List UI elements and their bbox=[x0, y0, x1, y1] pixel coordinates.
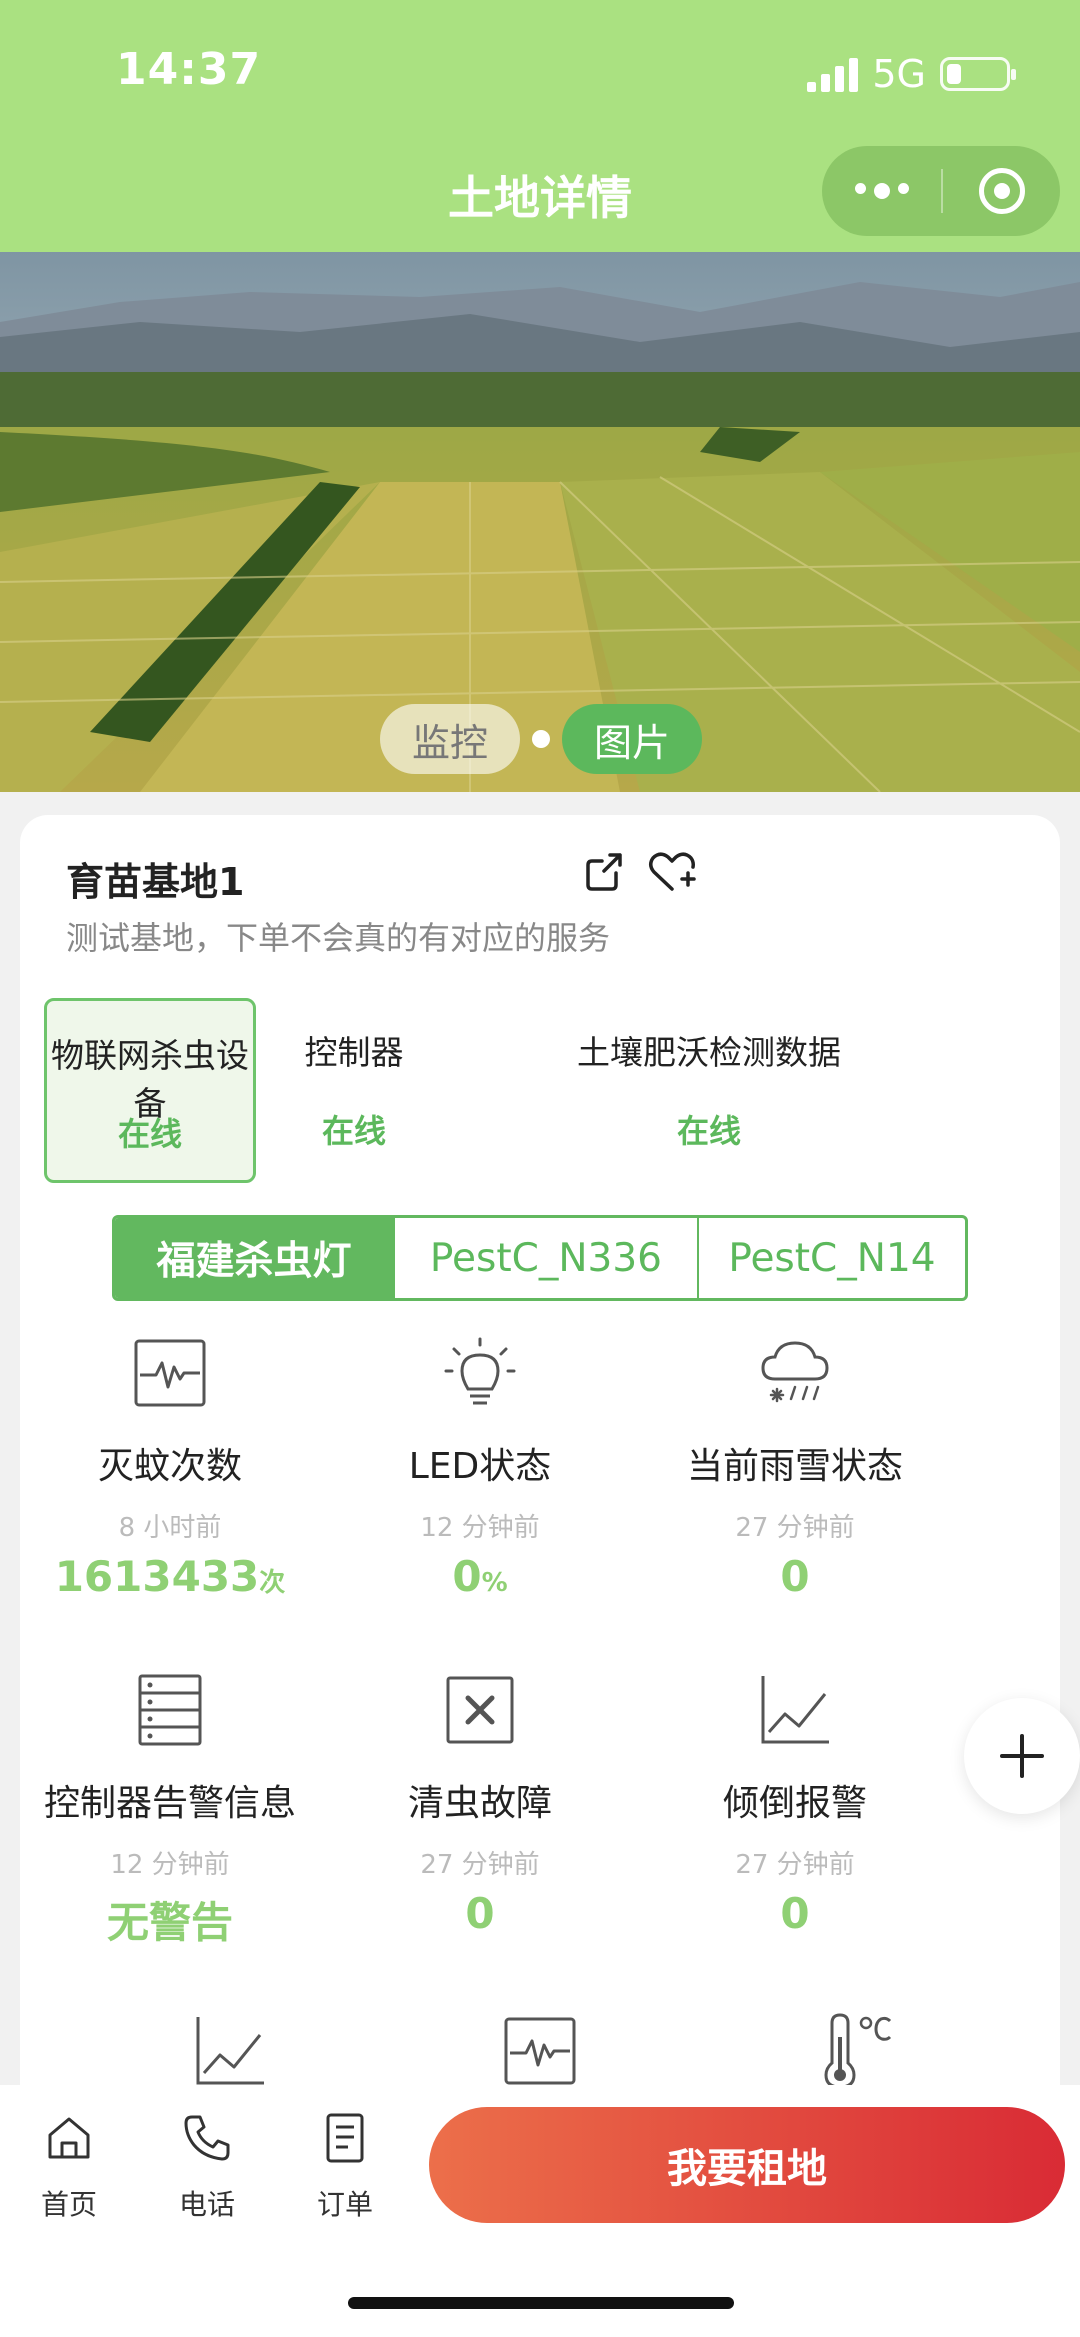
status-time: 14:37 bbox=[116, 44, 262, 95]
device-status: 在线 bbox=[117, 1115, 182, 1153]
pest-light-selector: 福建杀虫灯 PestC_N336 PestC_N14 bbox=[112, 1215, 968, 1301]
metric-time: 12 分钟前 bbox=[420, 1513, 540, 1543]
metric-controller-alarm[interactable]: 控制器告警信息 12 分钟前 无警告 bbox=[10, 1670, 330, 1950]
farm-name: 育苗基地1 bbox=[66, 860, 245, 904]
hero-tabs: 监控 图片 bbox=[380, 704, 703, 774]
x-box-icon bbox=[446, 1676, 514, 1744]
nav-orders[interactable]: 订单 bbox=[290, 2111, 400, 2223]
lightbulb-icon bbox=[444, 1337, 516, 1405]
close-icon[interactable] bbox=[943, 168, 1060, 214]
waveform-icon bbox=[134, 1339, 206, 1407]
add-button[interactable] bbox=[964, 1698, 1080, 1814]
metric-time: 27 分钟前 bbox=[735, 1513, 855, 1543]
metric-rain-snow[interactable]: 当前雨雪状态 27 分钟前 0 bbox=[635, 1333, 955, 1601]
home-indicator bbox=[348, 2297, 734, 2309]
favorite-add-icon[interactable] bbox=[644, 843, 700, 899]
metric-mosquito-kills[interactable]: 灭蚊次数 8 小时前 1613433次 bbox=[10, 1333, 330, 1601]
nav-phone[interactable]: 电话 bbox=[152, 2111, 262, 2223]
metric-label: 倾倒报警 bbox=[722, 1783, 867, 1824]
rent-land-button[interactable]: 我要租地 bbox=[429, 2107, 1065, 2223]
metric-label: 当前雨雪状态 bbox=[686, 1446, 903, 1487]
tab-monitor[interactable]: 监控 bbox=[380, 704, 521, 774]
status-icons: 5G bbox=[807, 52, 1016, 96]
metric-value: 0 bbox=[780, 1552, 810, 1601]
metric-led-status[interactable]: LED状态 12 分钟前 0% bbox=[320, 1333, 640, 1601]
metric-tilt-alarm[interactable]: 倾倒报警 27 分钟前 0 bbox=[635, 1670, 955, 1938]
tab-pictures[interactable]: 图片 bbox=[562, 704, 703, 774]
metric-value: 1613433次 bbox=[54, 1552, 286, 1601]
nav-home[interactable]: 首页 bbox=[14, 2111, 124, 2223]
header: 14:37 5G 土地详情 bbox=[0, 0, 1080, 252]
snow-cloud-icon bbox=[761, 1341, 829, 1403]
sub-tab-pestc-n336[interactable]: PestC_N336 bbox=[393, 1218, 697, 1298]
line-chart-icon bbox=[761, 1676, 829, 1744]
metric-time: 12 分钟前 bbox=[110, 1850, 230, 1880]
nav-label: 首页 bbox=[40, 2188, 97, 2221]
sub-tab-fujian[interactable]: 福建杀虫灯 bbox=[115, 1218, 394, 1298]
metric-value: 0 bbox=[780, 1889, 810, 1938]
plus-icon bbox=[1000, 1734, 1044, 1778]
metric-time: 8 小时前 bbox=[118, 1513, 222, 1543]
share-icon[interactable] bbox=[576, 843, 632, 899]
device-soil-fertility[interactable]: 土壤肥沃检测数据 在线 bbox=[452, 998, 1032, 1183]
metric-label: LED状态 bbox=[408, 1446, 552, 1487]
metric-value: 0 bbox=[465, 1889, 495, 1938]
device-status: 在线 bbox=[676, 1112, 741, 1150]
nav-label: 订单 bbox=[316, 2188, 373, 2221]
metric-value: 0% bbox=[452, 1552, 508, 1601]
miniprogram-capsule bbox=[822, 146, 1060, 236]
order-icon bbox=[326, 2113, 364, 2163]
hero-image: 监控 图片 bbox=[0, 252, 1080, 792]
sub-tab-pestc-n14[interactable]: PestC_N14 bbox=[696, 1218, 965, 1298]
nav-label: 电话 bbox=[178, 2188, 235, 2221]
carousel-dot bbox=[532, 730, 551, 748]
waveform-icon bbox=[504, 2017, 576, 2085]
device-label: 土壤肥沃检测数据 bbox=[577, 1033, 841, 1072]
server-list-icon bbox=[138, 1674, 202, 1746]
metric-time: 27 分钟前 bbox=[735, 1850, 855, 1880]
phone-icon bbox=[184, 2115, 230, 2161]
metric-label: 控制器告警信息 bbox=[43, 1783, 296, 1824]
line-chart-icon bbox=[196, 2017, 264, 2085]
metric-value: 无警告 bbox=[106, 1898, 233, 1947]
home-icon bbox=[48, 2117, 90, 2159]
more-icon[interactable] bbox=[822, 183, 941, 199]
metric-clean-fault[interactable]: 清虫故障 27 分钟前 0 bbox=[320, 1670, 640, 1938]
device-iot-pest-killer[interactable]: 物联网杀虫设备 在线 bbox=[44, 998, 256, 1183]
metric-label: 灭蚊次数 bbox=[97, 1446, 242, 1487]
network-label: 5G bbox=[872, 52, 926, 96]
metric-time: 27 分钟前 bbox=[420, 1850, 540, 1880]
metric-label: 清虫故障 bbox=[407, 1783, 552, 1824]
thermometer-icon bbox=[824, 2013, 892, 2089]
farm-description: 测试基地，下单不会真的有对应的服务 bbox=[66, 919, 611, 957]
battery-icon bbox=[940, 57, 1016, 91]
signal-icon bbox=[807, 56, 859, 92]
